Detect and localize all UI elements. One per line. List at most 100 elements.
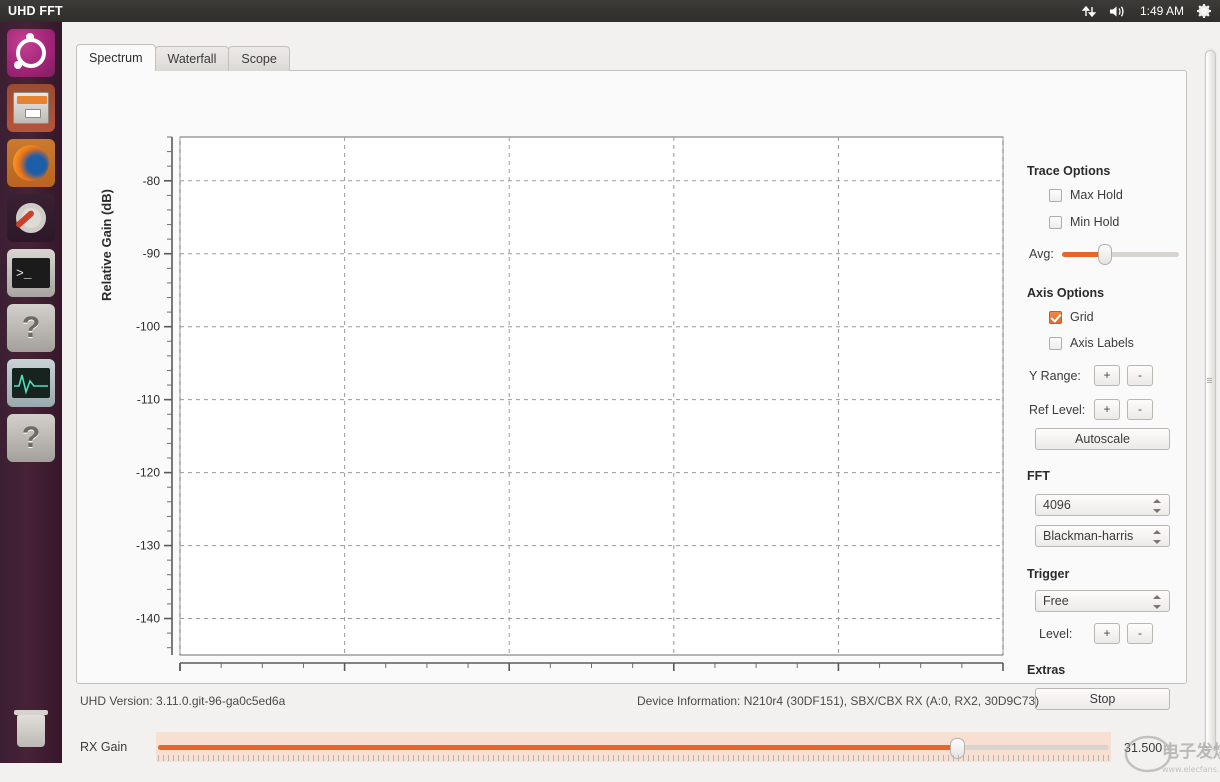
tab-spectrum[interactable]: Spectrum (76, 44, 156, 71)
vertical-scrollbar[interactable] (1204, 48, 1217, 760)
question-mark-icon: ? (22, 313, 40, 343)
svg-text:-80: -80 (143, 174, 161, 188)
file-manager-icon (13, 92, 49, 124)
chevron-updown-icon (1153, 529, 1161, 545)
rx-gain-fill (158, 745, 957, 750)
tab-scope[interactable]: Scope (228, 46, 289, 71)
y-range-label: Y Range: (1029, 369, 1087, 383)
max-hold-checkbox[interactable] (1049, 189, 1062, 202)
ref-level-minus-button[interactable]: - (1127, 399, 1153, 420)
launcher-item-unknown-app-2[interactable]: ? (7, 414, 55, 462)
ubuntu-logo-icon (16, 38, 46, 68)
launcher-item-settings[interactable] (7, 194, 55, 242)
rx-gain-ticks (158, 755, 1109, 761)
svg-text:-120: -120 (136, 466, 160, 480)
launcher-item-files[interactable] (7, 84, 55, 132)
grid-checkbox[interactable] (1049, 311, 1062, 324)
avg-slider-handle[interactable] (1098, 244, 1112, 265)
top-panel: UHD FFT 1:49 AM (0, 0, 1220, 22)
status-bar: UHD Version: 3.11.0.git-96-ga0c5ed6a Dev… (76, 690, 1187, 716)
terminal-icon: >_ (12, 258, 50, 288)
fft-title: FFT (1027, 469, 1050, 483)
spectrum-plot: Relative Gain (dB) Frequency (MHz) -80-9… (77, 71, 1012, 683)
question-mark-icon: ? (22, 423, 40, 453)
spectrum-trace (180, 137, 1003, 544)
svg-text:-100: -100 (136, 320, 160, 334)
rx-gain-label: RX Gain (76, 740, 152, 754)
min-hold-checkbox[interactable] (1049, 216, 1062, 229)
ref-level-label: Ref Level: (1029, 403, 1087, 417)
app-title: UHD FFT (8, 4, 63, 18)
fft-size-select[interactable]: 4096 (1035, 494, 1170, 516)
rx-gain-slider[interactable] (156, 732, 1111, 762)
svg-text:-110: -110 (137, 393, 160, 407)
plot-svg (180, 137, 1003, 655)
gear-icon[interactable] (1197, 4, 1211, 18)
network-updown-arrows-icon[interactable] (1082, 5, 1096, 18)
firefox-icon (13, 145, 49, 181)
launcher-item-ubuntu-dash[interactable] (7, 29, 55, 77)
y-range-plus-button[interactable]: + (1094, 365, 1120, 386)
unity-launcher: >_ ? ? (0, 22, 62, 763)
scrollbar-thumb[interactable] (1205, 50, 1216, 750)
axis-labels-label: Axis Labels (1070, 336, 1134, 350)
min-hold-label: Min Hold (1070, 215, 1119, 229)
svg-text:-140: -140 (136, 612, 160, 626)
grid-label: Grid (1070, 310, 1094, 324)
svg-text:www.elecfans.com: www.elecfans.com (1162, 765, 1220, 774)
svg-text:-130: -130 (136, 539, 160, 553)
plot-canvas[interactable] (180, 137, 1003, 655)
y-axis-label: Relative Gain (dB) (99, 189, 114, 301)
ref-level-plus-button[interactable]: + (1094, 399, 1120, 420)
device-information-text: Device Information: N210r4 (30DF151), SB… (637, 694, 1039, 708)
max-hold-label: Max Hold (1070, 188, 1123, 202)
launcher-item-terminal[interactable]: >_ (7, 249, 55, 297)
max-hold-row[interactable]: Max Hold (1049, 188, 1123, 202)
fft-size-value: 4096 (1043, 498, 1071, 512)
y-range-row: Y Range: + - (1029, 365, 1153, 386)
waveform-monitor-icon (12, 368, 50, 398)
trigger-level-label: Level: (1039, 627, 1087, 641)
volume-speaker-icon[interactable] (1109, 5, 1127, 18)
uhd-fft-window: Spectrum Waterfall Scope Relative Gain (… (62, 22, 1220, 763)
fft-window-value: Blackman-harris (1043, 529, 1133, 543)
chevron-updown-icon (1153, 594, 1161, 610)
extras-title: Extras (1027, 663, 1065, 677)
launcher-item-firefox[interactable] (7, 139, 55, 187)
trace-options-title: Trace Options (1027, 164, 1110, 178)
trigger-level-row: Level: + - (1039, 623, 1153, 644)
launcher-item-trash[interactable] (7, 707, 55, 755)
trigger-mode-select[interactable]: Free (1035, 590, 1170, 612)
grid-row[interactable]: Grid (1049, 310, 1094, 324)
gear-wrench-icon (16, 203, 46, 233)
rx-gain-row: RX Gain 31.500 (76, 728, 1187, 766)
launcher-item-unknown-app-1[interactable]: ? (7, 304, 55, 352)
tab-bar: Spectrum Waterfall Scope (76, 44, 289, 71)
trigger-title: Trigger (1027, 567, 1069, 581)
axis-options-title: Axis Options (1027, 286, 1104, 300)
avg-label: Avg: (1029, 247, 1054, 261)
min-hold-row[interactable]: Min Hold (1049, 215, 1119, 229)
uhd-version-text: UHD Version: 3.11.0.git-96-ga0c5ed6a (80, 694, 285, 708)
system-tray: 1:49 AM (1082, 4, 1220, 18)
trigger-level-minus-button[interactable]: - (1127, 623, 1153, 644)
clock[interactable]: 1:49 AM (1140, 4, 1184, 18)
axis-labels-checkbox[interactable] (1049, 337, 1062, 350)
launcher-item-uhd-fft[interactable] (7, 359, 55, 407)
spectrum-tab-panel: Relative Gain (dB) Frequency (MHz) -80-9… (76, 70, 1187, 684)
chevron-updown-icon (1153, 498, 1161, 514)
trigger-level-plus-button[interactable]: + (1094, 623, 1120, 644)
scrollbar-grip-icon (1207, 378, 1212, 383)
fft-window-select[interactable]: Blackman-harris (1035, 525, 1170, 547)
spectrum-trace-ghost (180, 137, 1003, 543)
y-range-minus-button[interactable]: - (1127, 365, 1153, 386)
control-panel: Trace Options Max Hold Min Hold Avg: Axi… (1017, 75, 1185, 681)
ref-level-row: Ref Level: + - (1029, 399, 1153, 420)
tab-waterfall[interactable]: Waterfall (155, 46, 230, 71)
autoscale-button[interactable]: Autoscale (1035, 428, 1170, 450)
rx-gain-value: 31.500 (1124, 741, 1162, 755)
trigger-mode-value: Free (1043, 594, 1069, 608)
axis-labels-row[interactable]: Axis Labels (1049, 336, 1134, 350)
avg-row: Avg: (1029, 247, 1179, 261)
avg-slider[interactable] (1062, 252, 1179, 257)
